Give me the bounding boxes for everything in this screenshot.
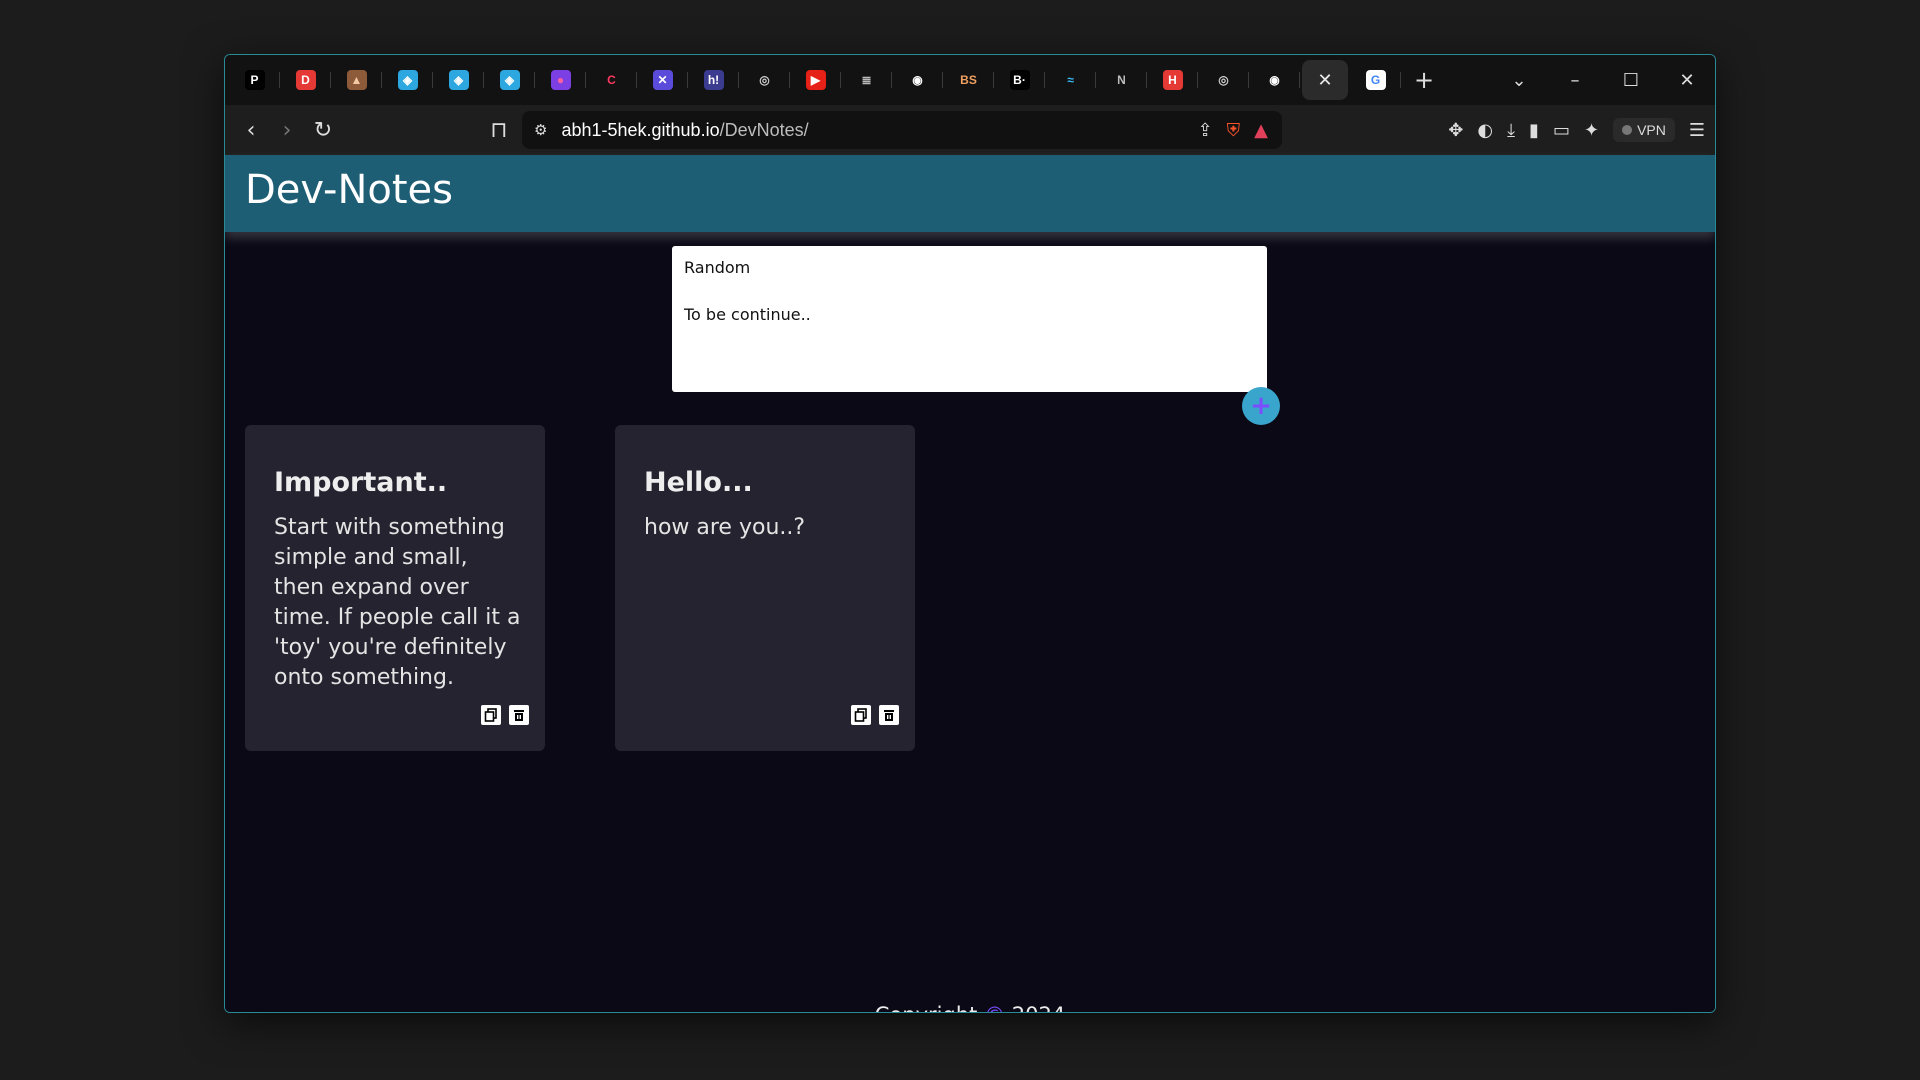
tab-list-dropdown-icon[interactable]: ⌄ [1491,70,1547,91]
google-favicon-icon: G [1365,70,1386,90]
copyright-year: 2024 [1012,1003,1065,1012]
copyright-icon: © [984,1003,1005,1012]
cube-favicon-icon: ◈ [499,70,520,90]
leo-icon[interactable]: ◐ [1477,120,1493,141]
url-text[interactable]: abh1-5hek.github.io/DevNotes/ [561,120,808,141]
close-window-icon[interactable]: ✕ [1659,70,1715,91]
new-tab-button[interactable]: + [1401,60,1447,100]
minimize-icon[interactable]: – [1547,70,1603,91]
bookmark-icon[interactable]: ⊓ [481,118,517,143]
maximize-icon[interactable]: ☐ [1603,70,1659,91]
browser-tab[interactable]: P [229,60,280,100]
ai-sparkle-icon[interactable]: ✦ [1584,120,1599,141]
note-body: Start with something simple and small, t… [274,515,521,690]
window-controls: ⌄ – ☐ ✕ [1491,55,1715,105]
h-favicon-icon: H [1162,70,1183,90]
sidebar-icon[interactable]: ▮ [1529,120,1539,141]
gradient-circle-favicon-icon: ● [550,70,571,90]
globe-favicon-icon: ◎ [1213,70,1234,90]
browser-tab[interactable]: h! [688,60,739,100]
reload-icon[interactable]: ↻ [305,118,341,143]
plus-icon: + [1250,391,1272,421]
brave-shields-icon[interactable]: ⛨ [1227,120,1241,141]
note-title-input[interactable]: Random [684,258,750,277]
browser-tab[interactable]: ≈ [1045,60,1096,100]
wallet-icon[interactable]: ▭ [1553,120,1570,141]
browser-tab[interactable]: ◎ [1198,60,1249,100]
menu-icon[interactable]: ☰ [1689,120,1705,141]
c-logo-favicon-icon: C [601,70,622,90]
hashnode-favicon-icon: h! [703,70,724,90]
copy-icon[interactable] [481,705,501,725]
active-tab[interactable]: ✕ [1302,60,1348,100]
trash-icon[interactable] [509,705,529,725]
pencil-favicon-icon: P [244,70,265,90]
brave-rewards-icon[interactable]: ▲ [1254,120,1268,141]
browser-tab[interactable]: BS [943,60,994,100]
note-title: Hello... [644,467,753,498]
note-title: Important.. [274,467,448,498]
page-viewport: Dev-Notes Random To be continue.. + Impo… [225,155,1715,1012]
trash-icon[interactable] [879,705,899,725]
avatar-favicon-icon: ▲ [346,70,367,90]
app-title: Dev-Notes [245,167,453,213]
tab-list: P D ▲ ◈ ◈ ◈ ● C ✕ h! ◎ ▶ ≣ ◉ BS B· ≈ N H ◎ ◉ ✕ G + [225,55,1447,105]
cube-favicon-icon: ◈ [397,70,418,90]
tab-strip: P D ▲ ◈ ◈ ◈ ● C ✕ h! ◎ ▶ ≣ ◉ BS B· ≈ N H ◎ ◉ ✕ G + ⌄ – ☐ ✕ [225,55,1715,105]
browser-tab[interactable]: ≣ [841,60,892,100]
browser-window: P D ▲ ◈ ◈ ◈ ● C ✕ h! ◎ ▶ ≣ ◉ BS B· ≈ N H ◎ ◉ ✕ G + ⌄ – ☐ ✕ ‹ › … [224,54,1716,1013]
browser-tab[interactable]: D [280,60,331,100]
browser-tab[interactable]: ◉ [1249,60,1300,100]
browser-tab[interactable]: ◎ [739,60,790,100]
browser-tab[interactable]: B· [994,60,1045,100]
behance-favicon-icon: B· [1009,70,1030,90]
x-tool-favicon-icon: ✕ [652,70,673,90]
github-favicon-icon: ◉ [1264,70,1285,90]
browser-tab[interactable]: ◈ [433,60,484,100]
browser-tab[interactable]: ▶ [790,60,841,100]
daily-dev-favicon-icon: D [295,70,316,90]
browser-tab[interactable]: ◈ [484,60,535,100]
close-tab-icon[interactable]: ✕ [1317,70,1332,91]
page-footer: Copyright © 2024 [225,1003,1715,1012]
cube-favicon-icon: ◈ [448,70,469,90]
vpn-button[interactable]: VPN [1613,118,1675,142]
site-settings-icon[interactable]: ⚙ [534,121,547,139]
list-favicon-icon: ≣ [856,70,877,90]
copyright-label: Copyright [875,1003,978,1012]
browser-tab[interactable]: ◈ [382,60,433,100]
add-note-button[interactable]: + [1242,387,1280,425]
vpn-label: VPN [1637,122,1666,138]
browser-tab[interactable]: ▲ [331,60,382,100]
note-body: how are you..? [644,515,806,540]
browser-tab[interactable]: G [1350,60,1401,100]
bs-favicon-icon: BS [958,70,979,90]
browser-tab[interactable]: ● [535,60,586,100]
share-icon[interactable]: ⇪ [1198,120,1213,141]
note-composer: Random To be continue.. [672,246,1267,392]
vpn-status-icon [1622,125,1633,135]
browser-tab[interactable]: C [586,60,637,100]
browser-tab[interactable]: H [1147,60,1198,100]
tailwind-favicon-icon: ≈ [1060,70,1081,90]
youtube-favicon-icon: ▶ [805,70,826,90]
copy-icon[interactable] [851,705,871,725]
globe-favicon-icon: ◎ [754,70,775,90]
address-bar[interactable]: ⚙ abh1-5hek.github.io/DevNotes/ ⇪ ⛨ ▲ [522,111,1282,149]
forward-icon[interactable]: › [269,118,305,143]
browser-tab[interactable]: ✕ [637,60,688,100]
github-favicon-icon: ◉ [907,70,928,90]
note-card: Important.. Start with something simple … [245,425,545,751]
browser-tab[interactable]: ◉ [892,60,943,100]
note-body-input[interactable]: To be continue.. [684,305,811,324]
browser-toolbar: ‹ › ↻ ⊓ ⚙ abh1-5hek.github.io/DevNotes/ … [225,105,1715,155]
back-icon[interactable]: ‹ [233,118,269,143]
n-favicon-icon: N [1111,70,1132,90]
extensions-icon[interactable]: ✥ [1448,120,1463,141]
browser-tab[interactable]: N [1096,60,1147,100]
downloads-icon[interactable]: ⤓ [1507,120,1515,141]
note-card: Hello... how are you..? [615,425,915,751]
app-header: Dev-Notes [225,155,1715,232]
